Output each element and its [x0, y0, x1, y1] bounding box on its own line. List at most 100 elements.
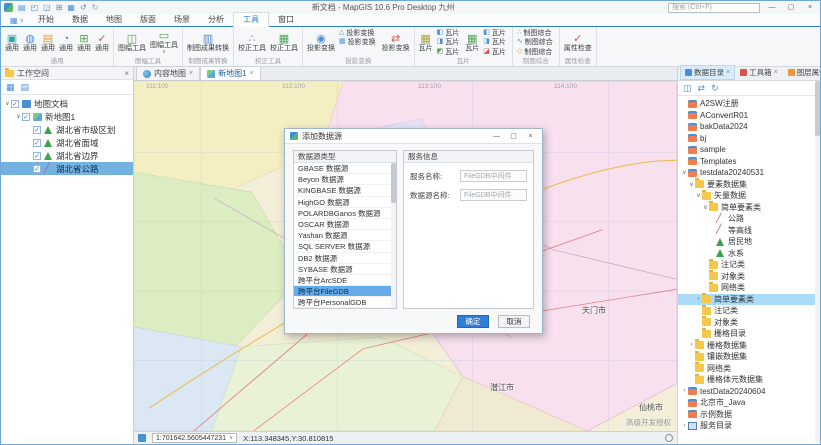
catalog-tree-item[interactable]: 栅格目录 — [678, 328, 820, 340]
ribbon-button[interactable]: ▦ 校正工具 — [268, 28, 300, 57]
file-menu-button[interactable]: ▦ — [5, 16, 29, 26]
catalog-tree-item[interactable]: 镶嵌数据集 — [678, 351, 820, 363]
refresh-icon[interactable]: ↻ — [711, 83, 719, 94]
close-tab-icon[interactable] — [250, 70, 254, 77]
ribbon-button[interactable]: ◍ 通用 — [21, 28, 39, 57]
layer-checkbox[interactable] — [11, 100, 19, 108]
ok-button[interactable]: 确定 — [457, 315, 489, 328]
open-icon[interactable]: ◰ — [31, 3, 39, 12]
ribbon-tab[interactable]: 工具 — [233, 12, 269, 27]
datasource-type-list[interactable]: GBASE 数据源Beyon 数据源KINGBASE 数据源HighGO 数据源… — [294, 163, 396, 308]
expand-arrow-icon[interactable]: › — [681, 388, 688, 394]
layer-tree-item[interactable]: 湖北省市级区划 — [1, 123, 133, 136]
copy-icon[interactable]: ◫ — [683, 83, 692, 94]
layer-checkbox[interactable] — [33, 139, 41, 147]
datasource-type-option[interactable]: 跨平台FileGDB — [294, 286, 396, 297]
catalog-tree-item[interactable]: 对象类 — [678, 317, 820, 329]
catalog-tree-item[interactable]: 栅格体元数据集 — [678, 374, 820, 386]
ribbon-button[interactable]: ▥ 制图成果转换 — [185, 28, 231, 57]
catalog-tree-item[interactable]: AConvertR01 — [678, 110, 820, 122]
datasource-name-input[interactable]: FileGDB中间件 — [460, 189, 527, 201]
expand-arrow-icon[interactable]: › — [681, 423, 688, 429]
ribbon-button[interactable]: ◇ 制图综合 — [515, 47, 557, 57]
ribbon-button[interactable]: ◉ 投影变换 — [305, 28, 337, 57]
panel-tab[interactable]: 工具箱 — [735, 65, 783, 80]
catalog-tree-item[interactable]: › testData20240604 — [678, 386, 820, 398]
ribbon-tab[interactable]: 数据 — [63, 13, 97, 26]
cancel-button[interactable]: 取消 — [498, 315, 530, 328]
datasource-type-option[interactable]: Yashan 数据源 — [294, 230, 396, 241]
layer-checkbox[interactable] — [33, 152, 41, 160]
catalog-tree-item[interactable]: 水系 — [678, 248, 820, 260]
save-icon[interactable]: ▤ — [18, 3, 26, 12]
map-document-tab[interactable]: 新地图1 — [200, 66, 261, 80]
ribbon-button[interactable]: ▭ 图幅工具 ∨ — [148, 28, 180, 57]
expand-arrow-icon[interactable]: ∨ — [688, 181, 695, 188]
ribbon-button[interactable]: ◩ 瓦片 — [435, 47, 464, 57]
expand-arrow-icon[interactable]: › — [695, 296, 702, 302]
catalog-tree-item[interactable]: ∨ 矢量数据 — [678, 190, 820, 202]
catalog-tree-item[interactable]: 网络类 — [678, 282, 820, 294]
ribbon-button[interactable]: ◪ 瓦片 — [481, 47, 510, 57]
layer-tree-item[interactable]: ∨ 地图文档 — [1, 97, 133, 110]
catalog-tree-item[interactable]: 网络类 — [678, 363, 820, 375]
catalog-tree-item[interactable]: 居民地 — [678, 236, 820, 248]
close-tab-icon[interactable] — [189, 70, 193, 77]
ribbon-tab[interactable]: 场景 — [165, 13, 199, 26]
ribbon-button[interactable]: ◨ 瓦片 — [435, 38, 464, 48]
maximize-button[interactable]: ▢ — [784, 2, 798, 13]
panel-tab[interactable]: 数据目录 — [680, 65, 735, 80]
catalog-tree-item[interactable]: bj — [678, 133, 820, 145]
ribbon-button[interactable]: ✓ 通用 — [93, 28, 111, 57]
expand-arrow-icon[interactable]: ∨ — [15, 113, 22, 120]
ribbon-button[interactable]: ⇄ 投影变换 — [380, 28, 412, 57]
layout-icon[interactable]: ▤ — [21, 82, 30, 93]
ribbon-tab[interactable]: 窗口 — [269, 13, 303, 26]
dialog-close-button[interactable]: × — [524, 130, 537, 143]
datasource-type-option[interactable]: POLARDBGanos 数据源 — [294, 208, 396, 219]
datasource-type-option[interactable]: OSCAR 数据源 — [294, 219, 396, 230]
list-scrollbar[interactable] — [391, 163, 396, 308]
ribbon-button[interactable]: ▦ 投影变换 — [337, 38, 380, 48]
ribbon-button[interactable]: ◫ 图幅工具 — [116, 28, 148, 57]
grid-icon[interactable]: ▦ — [67, 3, 75, 12]
ribbon-button[interactable]: ▦ 瓦片 — [463, 28, 481, 57]
catalog-scrollbar[interactable] — [815, 81, 820, 442]
ribbon-button[interactable]: ∴ 制图综合 — [515, 28, 557, 38]
expand-arrow-icon[interactable]: › — [688, 342, 695, 348]
ribbon-tab[interactable]: 地图 — [97, 13, 131, 26]
datasource-type-option[interactable]: Beyon 数据源 — [294, 174, 396, 185]
catalog-tree-item[interactable]: ∨ testdata20240531 — [678, 167, 820, 179]
undo-icon[interactable]: ↺ — [80, 3, 87, 12]
ribbon-button[interactable]: ∿ 制图综合 — [515, 38, 557, 48]
ribbon-button[interactable]: ⊞ 通用 — [75, 28, 93, 57]
catalog-tree-item[interactable]: 公路 — [678, 213, 820, 225]
catalog-tree-item[interactable]: ∨ 简单要素类 — [678, 202, 820, 214]
ribbon-button[interactable]: ◧ 瓦片 — [481, 28, 510, 38]
catalog-tree-item[interactable]: bakData2024 — [678, 121, 820, 133]
catalog-tree-item[interactable]: 等高线 — [678, 225, 820, 237]
ribbon-button[interactable]: ▦ 瓦片 — [417, 28, 435, 57]
ribbon-button[interactable]: △ 投影变换 — [337, 28, 380, 38]
scrollbar-thumb[interactable] — [391, 163, 396, 203]
datasource-type-option[interactable]: DB2 数据源 — [294, 253, 396, 264]
ribbon-tab[interactable]: 开始 — [29, 13, 63, 26]
ribbon-button[interactable]: ◨ 瓦片 — [481, 38, 510, 48]
layer-tree-item[interactable]: 湖北省公路 — [1, 162, 133, 175]
datasource-type-option[interactable]: KINGBASE 数据源 — [294, 185, 396, 196]
datasource-type-option[interactable]: SYBASE 数据源 — [294, 264, 396, 275]
layer-tree-item[interactable]: ∨ 新地图1 — [1, 110, 133, 123]
ribbon-button[interactable]: ◔ 通用 — [57, 28, 75, 57]
close-panel-icon[interactable]: × — [124, 69, 129, 78]
catalog-tree-item[interactable]: › 简单要素类 — [678, 294, 820, 306]
catalog-tree-item[interactable]: sample — [678, 144, 820, 156]
catalog-tree-item[interactable]: 北京市_Java — [678, 397, 820, 409]
panel-tab[interactable]: 图层属性 — [783, 65, 821, 80]
datasource-type-option[interactable]: 跨平台ArcSDE — [294, 275, 396, 286]
layer-checkbox[interactable] — [22, 113, 30, 121]
layer-checkbox[interactable] — [33, 165, 41, 173]
expand-arrow-icon[interactable]: ∨ — [4, 100, 11, 107]
datasource-type-option[interactable]: 跨平台PersonalGDB — [294, 297, 396, 308]
locate-icon[interactable] — [665, 434, 673, 442]
expand-arrow-icon[interactable]: ∨ — [695, 192, 702, 199]
